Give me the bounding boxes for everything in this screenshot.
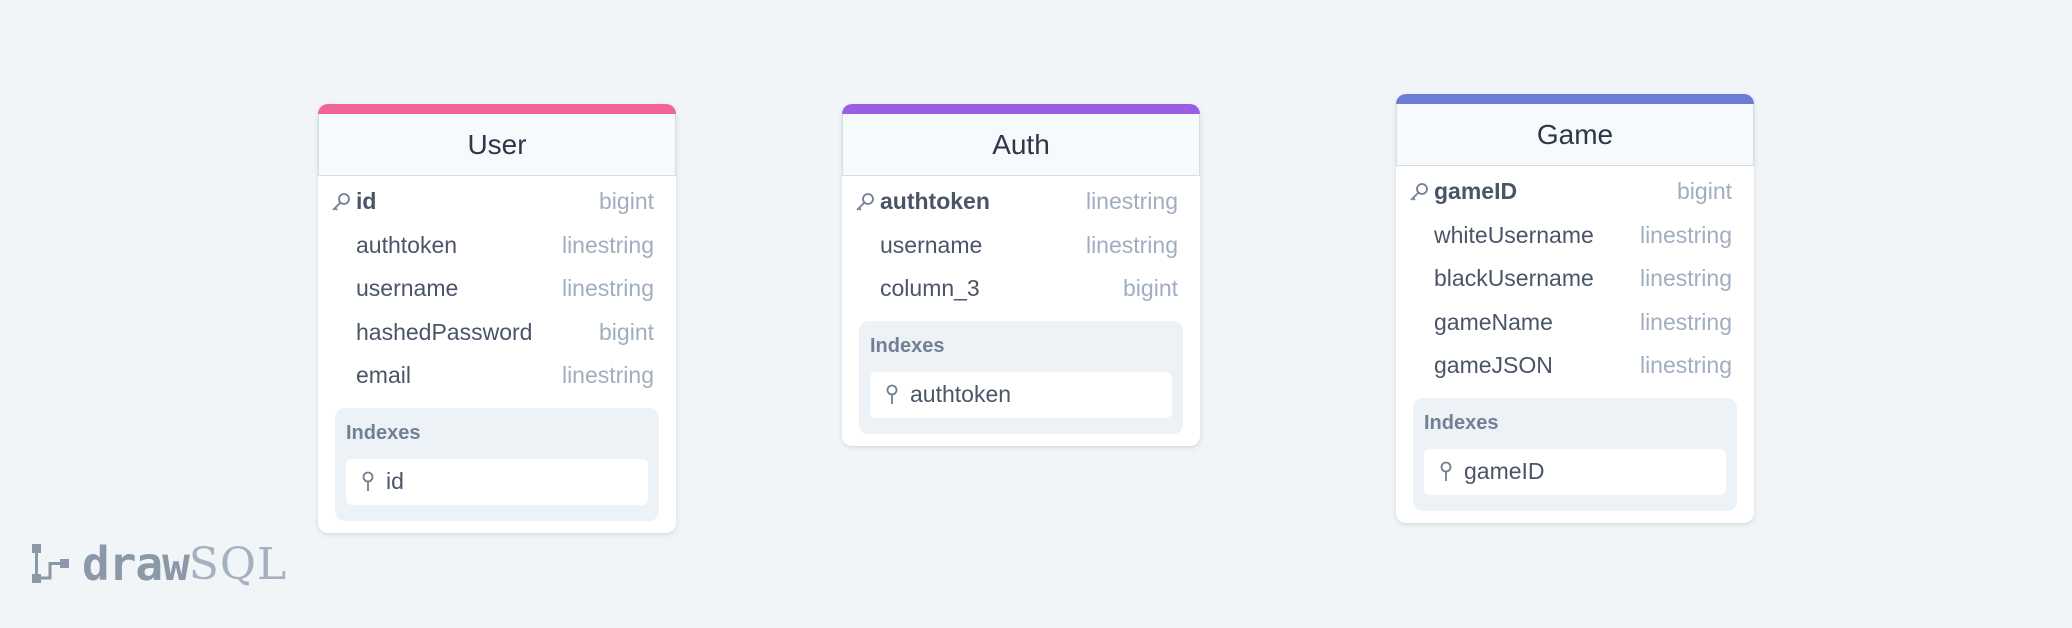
key-icon bbox=[854, 190, 880, 214]
column-type: linestring bbox=[561, 362, 654, 389]
column-row[interactable]: email linestring bbox=[330, 354, 654, 398]
column-type: linestring bbox=[1639, 308, 1732, 335]
indexes-panel: Indexes gameID bbox=[1413, 397, 1737, 511]
column-row[interactable]: username linestring bbox=[854, 224, 1178, 268]
column-row[interactable]: username linestring bbox=[330, 267, 654, 311]
column-name: email bbox=[356, 362, 411, 389]
column-type: bigint bbox=[599, 188, 654, 215]
table-title[interactable]: User bbox=[318, 114, 676, 176]
column-type: linestring bbox=[1639, 352, 1732, 379]
column-name: gameJSON bbox=[1434, 352, 1553, 379]
indexes-title: Indexes bbox=[870, 334, 945, 357]
logo-text-draw: draw bbox=[82, 537, 190, 591]
column-name: hashedPassword bbox=[356, 318, 533, 345]
column-name: gameID bbox=[1434, 178, 1518, 205]
index-pin-icon bbox=[884, 382, 904, 408]
drawsql-logo-icon bbox=[30, 542, 72, 586]
drawsql-logo[interactable]: draw SQL bbox=[30, 537, 288, 591]
table-accent-bar bbox=[318, 104, 676, 114]
table-card-game[interactable]: Game gameID bigint whiteUsername linestr… bbox=[1396, 94, 1754, 523]
column-row[interactable]: gameName linestring bbox=[1408, 301, 1732, 345]
column-type: linestring bbox=[1085, 188, 1178, 215]
column-name: gameName bbox=[1434, 308, 1553, 335]
indexes-panel: Indexes id bbox=[335, 407, 659, 521]
column-row[interactable]: whiteUsername linestring bbox=[1408, 214, 1732, 258]
column-type: bigint bbox=[1123, 275, 1178, 302]
logo-text-sql: SQL bbox=[188, 538, 288, 590]
column-row[interactable]: blackUsername linestring bbox=[1408, 257, 1732, 301]
column-row[interactable]: column_3 bigint bbox=[854, 267, 1178, 311]
column-row[interactable]: id bigint bbox=[330, 180, 654, 224]
column-name: authtoken bbox=[356, 231, 458, 258]
column-row[interactable]: authtoken linestring bbox=[330, 224, 654, 268]
column-name: column_3 bbox=[880, 275, 980, 302]
table-title[interactable]: Auth bbox=[842, 114, 1200, 176]
table-accent-bar bbox=[842, 104, 1200, 114]
indexes-title: Indexes bbox=[1424, 411, 1499, 434]
table-title[interactable]: Game bbox=[1396, 104, 1754, 166]
column-type: linestring bbox=[561, 275, 654, 302]
column-list: gameID bigint whiteUsername linestring b… bbox=[1396, 166, 1754, 388]
column-name: username bbox=[356, 275, 459, 302]
table-card-user[interactable]: User id bigint authtoken linestring user… bbox=[318, 104, 676, 533]
column-list: id bigint authtoken linestring username … bbox=[318, 176, 676, 398]
column-type: bigint bbox=[1677, 178, 1732, 205]
column-type: linestring bbox=[1639, 221, 1732, 248]
index-item[interactable]: authtoken bbox=[870, 371, 1172, 418]
column-type: linestring bbox=[1085, 231, 1178, 258]
column-name: id bbox=[356, 188, 377, 215]
indexes-panel: Indexes authtoken bbox=[859, 320, 1183, 434]
key-icon bbox=[330, 190, 356, 214]
column-type: linestring bbox=[561, 231, 654, 258]
column-type: bigint bbox=[599, 318, 654, 345]
column-name: username bbox=[880, 231, 983, 258]
column-row[interactable]: gameJSON linestring bbox=[1408, 344, 1732, 388]
table-accent-bar bbox=[1396, 94, 1754, 104]
column-row[interactable]: gameID bigint bbox=[1408, 170, 1732, 214]
column-name: whiteUsername bbox=[1434, 221, 1594, 248]
key-icon bbox=[1408, 180, 1434, 204]
index-item[interactable]: gameID bbox=[1424, 448, 1726, 495]
index-pin-icon bbox=[1438, 459, 1458, 485]
column-type: linestring bbox=[1639, 265, 1732, 292]
column-row[interactable]: authtoken linestring bbox=[854, 180, 1178, 224]
column-name: blackUsername bbox=[1434, 265, 1594, 292]
index-label: authtoken bbox=[910, 381, 1012, 407]
index-label: gameID bbox=[1464, 458, 1545, 484]
table-card-auth[interactable]: Auth authtoken linestring username lines… bbox=[842, 104, 1200, 446]
indexes-title: Indexes bbox=[346, 421, 421, 444]
column-name: authtoken bbox=[880, 188, 990, 215]
column-row[interactable]: hashedPassword bigint bbox=[330, 311, 654, 355]
column-list: authtoken linestring username linestring… bbox=[842, 176, 1200, 311]
index-label: id bbox=[386, 468, 404, 494]
index-pin-icon bbox=[360, 469, 380, 495]
index-item[interactable]: id bbox=[346, 458, 648, 505]
